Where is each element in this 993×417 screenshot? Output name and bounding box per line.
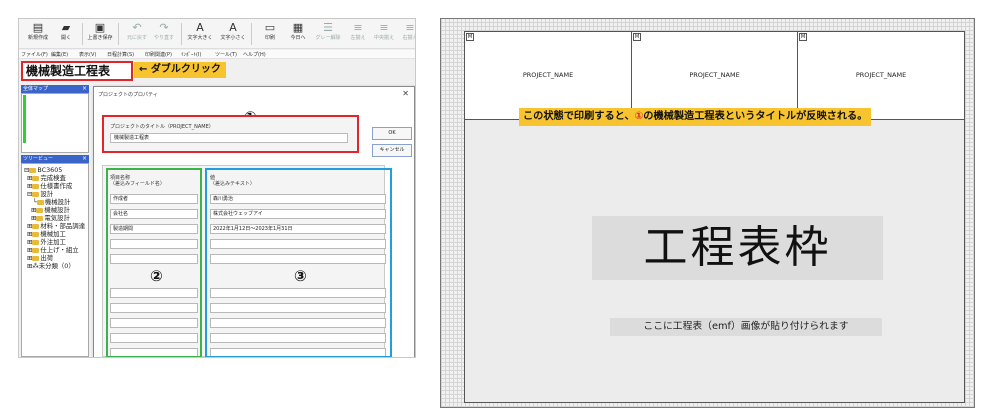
field-marker-icon: M bbox=[466, 33, 474, 41]
folder-icon bbox=[36, 207, 44, 213]
folder-icon bbox=[32, 247, 40, 253]
template-frame: M PROJECT_NAME M PROJECT_NAME M PROJECT_… bbox=[464, 31, 965, 403]
redo-icon: ↷ bbox=[159, 21, 169, 34]
field-marker-icon: M bbox=[633, 33, 641, 41]
save-button[interactable]: ▣ 上書き保存 bbox=[83, 21, 117, 47]
font-smaller-icon: A bbox=[229, 21, 237, 34]
close-icon[interactable]: × bbox=[82, 85, 87, 93]
menu-edit[interactable]: 編集(E) bbox=[51, 51, 68, 58]
align-right-button[interactable]: ≡ 右揃え bbox=[393, 21, 415, 47]
font-larger-icon: A bbox=[196, 21, 204, 34]
tree-item[interactable]: ⊞ 材料・部品調達 bbox=[27, 222, 85, 230]
redo-button[interactable]: ↷ やり直す bbox=[147, 21, 181, 47]
dialog-title: プロジェクトのプロパティ bbox=[98, 92, 158, 98]
tree-item[interactable]: └ 機械設計 bbox=[33, 198, 70, 206]
tree-item[interactable]: ⊟ BC3605 bbox=[24, 166, 62, 174]
project-name-placeholder: PROJECT_NAME bbox=[522, 71, 574, 79]
field-marker-icon: M bbox=[799, 33, 807, 41]
save-icon: ▣ bbox=[94, 21, 106, 34]
overview-indicator bbox=[23, 95, 26, 143]
open-folder-icon: ▰ bbox=[61, 21, 71, 34]
today-button[interactable]: ▦ 今日へ bbox=[281, 21, 315, 47]
tree-panel[interactable]: ⊟ BC3605 ⊞ 完成検査 ⊞ 仕様書作成 ⊟ 設計 └ 機械設計 ⊞ 機械設計 ⊞ 電気… bbox=[21, 163, 89, 357]
tree-item[interactable]: ⊞ 完成検査 bbox=[27, 174, 66, 182]
menu-print[interactable]: 印刷関連(P) bbox=[145, 51, 172, 58]
menu-schedule[interactable]: 日程計算(S) bbox=[107, 51, 134, 58]
menu-bar: ファイル(F) 編集(E) 表示(V) 日程計算(S) 印刷関連(P) ｲﾝﾎﾟ… bbox=[19, 50, 415, 59]
menu-view[interactable]: 表示(V) bbox=[79, 51, 96, 58]
tree-item[interactable]: ⊞ 外注加工 bbox=[27, 238, 66, 246]
value-highlight bbox=[205, 168, 392, 357]
project-title-label: プロジェクトのタイトル（PROJECT_NAME） bbox=[110, 124, 214, 130]
field-name-highlight bbox=[106, 168, 202, 357]
project-properties-dialog: プロジェクトのプロパティ ✕ ① OK キャンセル プロジェクトのタイトル（PR… bbox=[93, 86, 415, 357]
tree-item[interactable]: ⊞ 機械設計 bbox=[31, 206, 70, 214]
folder-icon bbox=[32, 223, 40, 229]
menu-import[interactable]: ｲﾝﾎﾟｰﾄ(I) bbox=[181, 51, 201, 58]
folder-icon bbox=[32, 191, 40, 197]
menu-help[interactable]: ヘルプ(H) bbox=[243, 51, 266, 58]
header-row: M PROJECT_NAME M PROJECT_NAME M PROJECT_… bbox=[465, 32, 964, 120]
folder-icon bbox=[32, 239, 40, 245]
toolbar: ▤ 新規作成 ▰ 開く ▣ 上書き保存 ↶ 元に戻す ↷ やり直す A 文字大きく A 文字小… bbox=[19, 19, 415, 49]
tree-panel-header: ツリービュー × bbox=[21, 155, 89, 163]
gray-clear-button[interactable]: ☰ グレー解除 bbox=[311, 21, 345, 47]
tree-item[interactable]: ⊞ 出荷 bbox=[27, 254, 53, 262]
folder-icon bbox=[32, 231, 40, 237]
cancel-button[interactable]: キャンセル bbox=[372, 144, 412, 157]
folder-icon bbox=[29, 167, 37, 173]
font-smaller-button[interactable]: A 文字小さく bbox=[216, 21, 250, 47]
close-icon[interactable]: × bbox=[82, 155, 87, 163]
project-name-placeholder: PROJECT_NAME bbox=[689, 71, 740, 79]
tree-item[interactable]: ⊞ 仕様書作成 bbox=[27, 182, 72, 190]
overview-panel-header: 全体マップ × bbox=[21, 85, 89, 93]
gray-clear-icon: ☰ bbox=[323, 21, 333, 34]
font-larger-button[interactable]: A 文字大きく bbox=[183, 21, 217, 47]
marker-3: ③ bbox=[294, 267, 307, 285]
schedule-frame-title: 工程表枠 bbox=[592, 216, 883, 280]
project-title-field[interactable]: 機械製造工程表 bbox=[21, 61, 133, 81]
tree-item[interactable]: ⊞ 機械加工 bbox=[27, 230, 66, 238]
image-placeholder-caption: ここに工程表（emf）画像が貼り付けられます bbox=[610, 318, 882, 336]
header-cell: M PROJECT_NAME bbox=[465, 32, 632, 120]
toolbar-separator bbox=[181, 23, 182, 45]
project-title-group: プロジェクトのタイトル（PROJECT_NAME） 機械製造工程表 bbox=[102, 115, 359, 153]
folder-icon bbox=[32, 175, 40, 181]
app-screenshot: ▤ 新規作成 ▰ 開く ▣ 上書き保存 ↶ 元に戻す ↷ やり直す A 文字大きく A 文字小… bbox=[18, 18, 416, 358]
folder-icon bbox=[32, 255, 40, 261]
ok-button[interactable]: OK bbox=[372, 127, 412, 140]
print-note: この状態で印刷すると、①の機械製造工程表というタイトルが反映される。 bbox=[519, 108, 872, 126]
today-icon: ▦ bbox=[292, 21, 304, 34]
close-icon[interactable]: ✕ bbox=[402, 89, 409, 98]
header-cell: M PROJECT_NAME bbox=[632, 32, 798, 120]
print-template-preview: M PROJECT_NAME M PROJECT_NAME M PROJECT_… bbox=[440, 18, 975, 408]
overview-panel[interactable] bbox=[21, 93, 89, 153]
folder-icon bbox=[32, 183, 40, 189]
marker-2: ② bbox=[150, 267, 163, 285]
toolbar-separator bbox=[251, 23, 252, 45]
open-button[interactable]: ▰ 開く bbox=[49, 21, 83, 47]
double-click-annotation: ← ダブルクリック bbox=[134, 62, 226, 78]
tree-item[interactable]: ⊞⁂未分類（0） bbox=[27, 262, 75, 270]
tree-item[interactable]: ⊟ 設計 bbox=[27, 190, 53, 198]
project-name-placeholder: PROJECT_NAME bbox=[855, 71, 907, 79]
align-right-icon: ≡ bbox=[405, 21, 415, 34]
project-title-input[interactable]: 機械製造工程表 bbox=[110, 133, 348, 143]
folder-icon bbox=[36, 215, 44, 221]
menu-file[interactable]: ファイル(F) bbox=[21, 51, 48, 58]
tree-item[interactable]: ⊞ 仕上げ・組立 bbox=[27, 246, 79, 254]
toolbar-separator bbox=[118, 23, 119, 45]
header-cell: M PROJECT_NAME bbox=[798, 32, 964, 120]
folder-icon bbox=[36, 199, 44, 205]
tree-item[interactable]: ⊞ 電気設計 bbox=[31, 214, 70, 222]
menu-tools[interactable]: ツール(T) bbox=[215, 51, 237, 58]
